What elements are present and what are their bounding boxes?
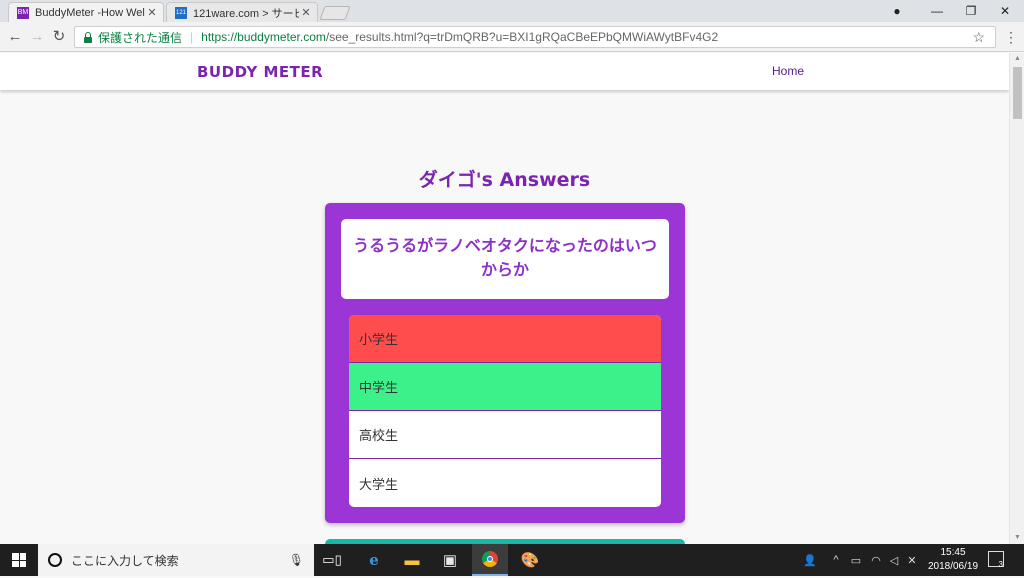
site-header: BUDDY METER Home: [0, 53, 1009, 90]
address-bar[interactable]: 保護された通信 | https://buddymeter.com/see_res…: [74, 26, 996, 48]
answer-options: 小学生 中学生 高校生 大学生: [349, 315, 661, 507]
start-button[interactable]: [0, 544, 38, 576]
clock-date: 2018/06/19: [927, 561, 979, 572]
121ware-favicon-icon: 121: [175, 6, 187, 19]
action-center-icon[interactable]: 3: [988, 551, 1004, 569]
microphone-icon[interactable]: 🎙: [289, 553, 304, 567]
chrome-menu-icon[interactable]: ⋮: [1004, 27, 1018, 47]
clock-time: 15:45: [940, 547, 966, 558]
browser-tab-strip: BM BuddyMeter -How Well D ✕ 121 121ware.…: [0, 0, 1024, 22]
option-item: 高校生: [349, 411, 661, 459]
task-view-icon[interactable]: ▭▯: [314, 544, 350, 576]
windows-logo-icon: [12, 553, 26, 567]
question-card: うるうるがラノベオタクになったのはいつからか 小学生 中学生 高校生 大学生: [325, 203, 685, 523]
paint-icon[interactable]: 🎨: [512, 544, 548, 576]
forward-arrow-icon[interactable]: →: [26, 27, 48, 47]
question-text: うるうるがラノベオタクになったのはいつからか: [341, 219, 669, 299]
lock-icon: [83, 31, 92, 43]
close-window-icon[interactable]: ✕: [988, 0, 1022, 22]
profile-icon[interactable]: ●: [880, 0, 914, 22]
minimize-icon[interactable]: —: [920, 0, 954, 22]
search-placeholder: ここに入力して検索: [71, 553, 179, 568]
page-scrollbar[interactable]: ▲ ▼: [1009, 53, 1024, 544]
brand-logo[interactable]: BUDDY METER: [197, 63, 323, 81]
tab-title: BuddyMeter -How Well D: [35, 6, 145, 19]
taskbar-clock[interactable]: 15:45 2018/06/19: [924, 546, 982, 574]
people-icon[interactable]: 👤: [800, 544, 820, 576]
taskbar-search-box[interactable]: ここに入力して検索 🎙: [38, 544, 314, 576]
scroll-down-icon[interactable]: ▼: [1013, 534, 1022, 542]
chrome-logo-icon: [482, 551, 498, 567]
scroll-thumb[interactable]: [1013, 67, 1022, 119]
tab-buddymeter[interactable]: BM BuddyMeter -How Well D ✕: [8, 2, 164, 22]
cortana-icon: [48, 553, 62, 567]
chrome-icon[interactable]: [472, 544, 508, 576]
tab-title: 121ware.com > サービス&: [193, 7, 299, 20]
restore-icon[interactable]: ❐: [954, 0, 988, 22]
scroll-up-icon[interactable]: ▲: [1013, 55, 1022, 63]
close-tab-icon[interactable]: ✕: [145, 6, 159, 19]
option-wrong: 小学生: [349, 315, 661, 363]
reload-icon[interactable]: ↻: [48, 27, 70, 47]
bookmark-star-icon[interactable]: ☆: [972, 27, 985, 47]
answers-title: ダイゴ's Answers: [418, 169, 591, 191]
buddymeter-favicon-icon: BM: [17, 6, 29, 19]
windows-taskbar: ここに入力して検索 🎙 ▭▯ e ▬ ▣ 🎨 👤 ^ ▭ ◠ ◁ ✕ 15:45…: [0, 544, 1024, 576]
browser-toolbar: ← → ↻ 保護された通信 | https://buddymeter.com/s…: [0, 22, 1024, 52]
url-host: https://buddymeter.com: [201, 30, 326, 44]
back-arrow-icon[interactable]: ←: [4, 27, 26, 47]
store-icon[interactable]: ▣: [432, 544, 468, 576]
secure-label: 保護された通信: [98, 30, 183, 45]
web-page: BUDDY METER Home ダイゴ's Answers うるうるがラノベオ…: [0, 53, 1009, 544]
wifi-icon[interactable]: ◠: [868, 544, 884, 576]
new-tab-button[interactable]: [319, 6, 351, 20]
tab-121ware[interactable]: 121 121ware.com > サービス& ✕: [166, 2, 318, 22]
volume-icon[interactable]: ◁: [886, 544, 902, 576]
edge-icon[interactable]: e: [356, 544, 392, 576]
url-path: /see_results.html?q=trDmQRB?u=BXI1gRQaCB…: [325, 30, 719, 44]
close-tab-icon[interactable]: ✕: [299, 6, 313, 19]
show-hidden-icons-icon[interactable]: ^: [828, 544, 844, 576]
option-correct: 中学生: [349, 363, 661, 411]
file-explorer-icon[interactable]: ▬: [394, 544, 430, 576]
battery-icon[interactable]: ▭: [848, 544, 864, 576]
nav-home-link[interactable]: Home: [772, 64, 804, 78]
address-separator: |: [190, 30, 194, 44]
option-item: 大学生: [359, 476, 399, 492]
ime-icon[interactable]: ✕: [904, 544, 920, 576]
